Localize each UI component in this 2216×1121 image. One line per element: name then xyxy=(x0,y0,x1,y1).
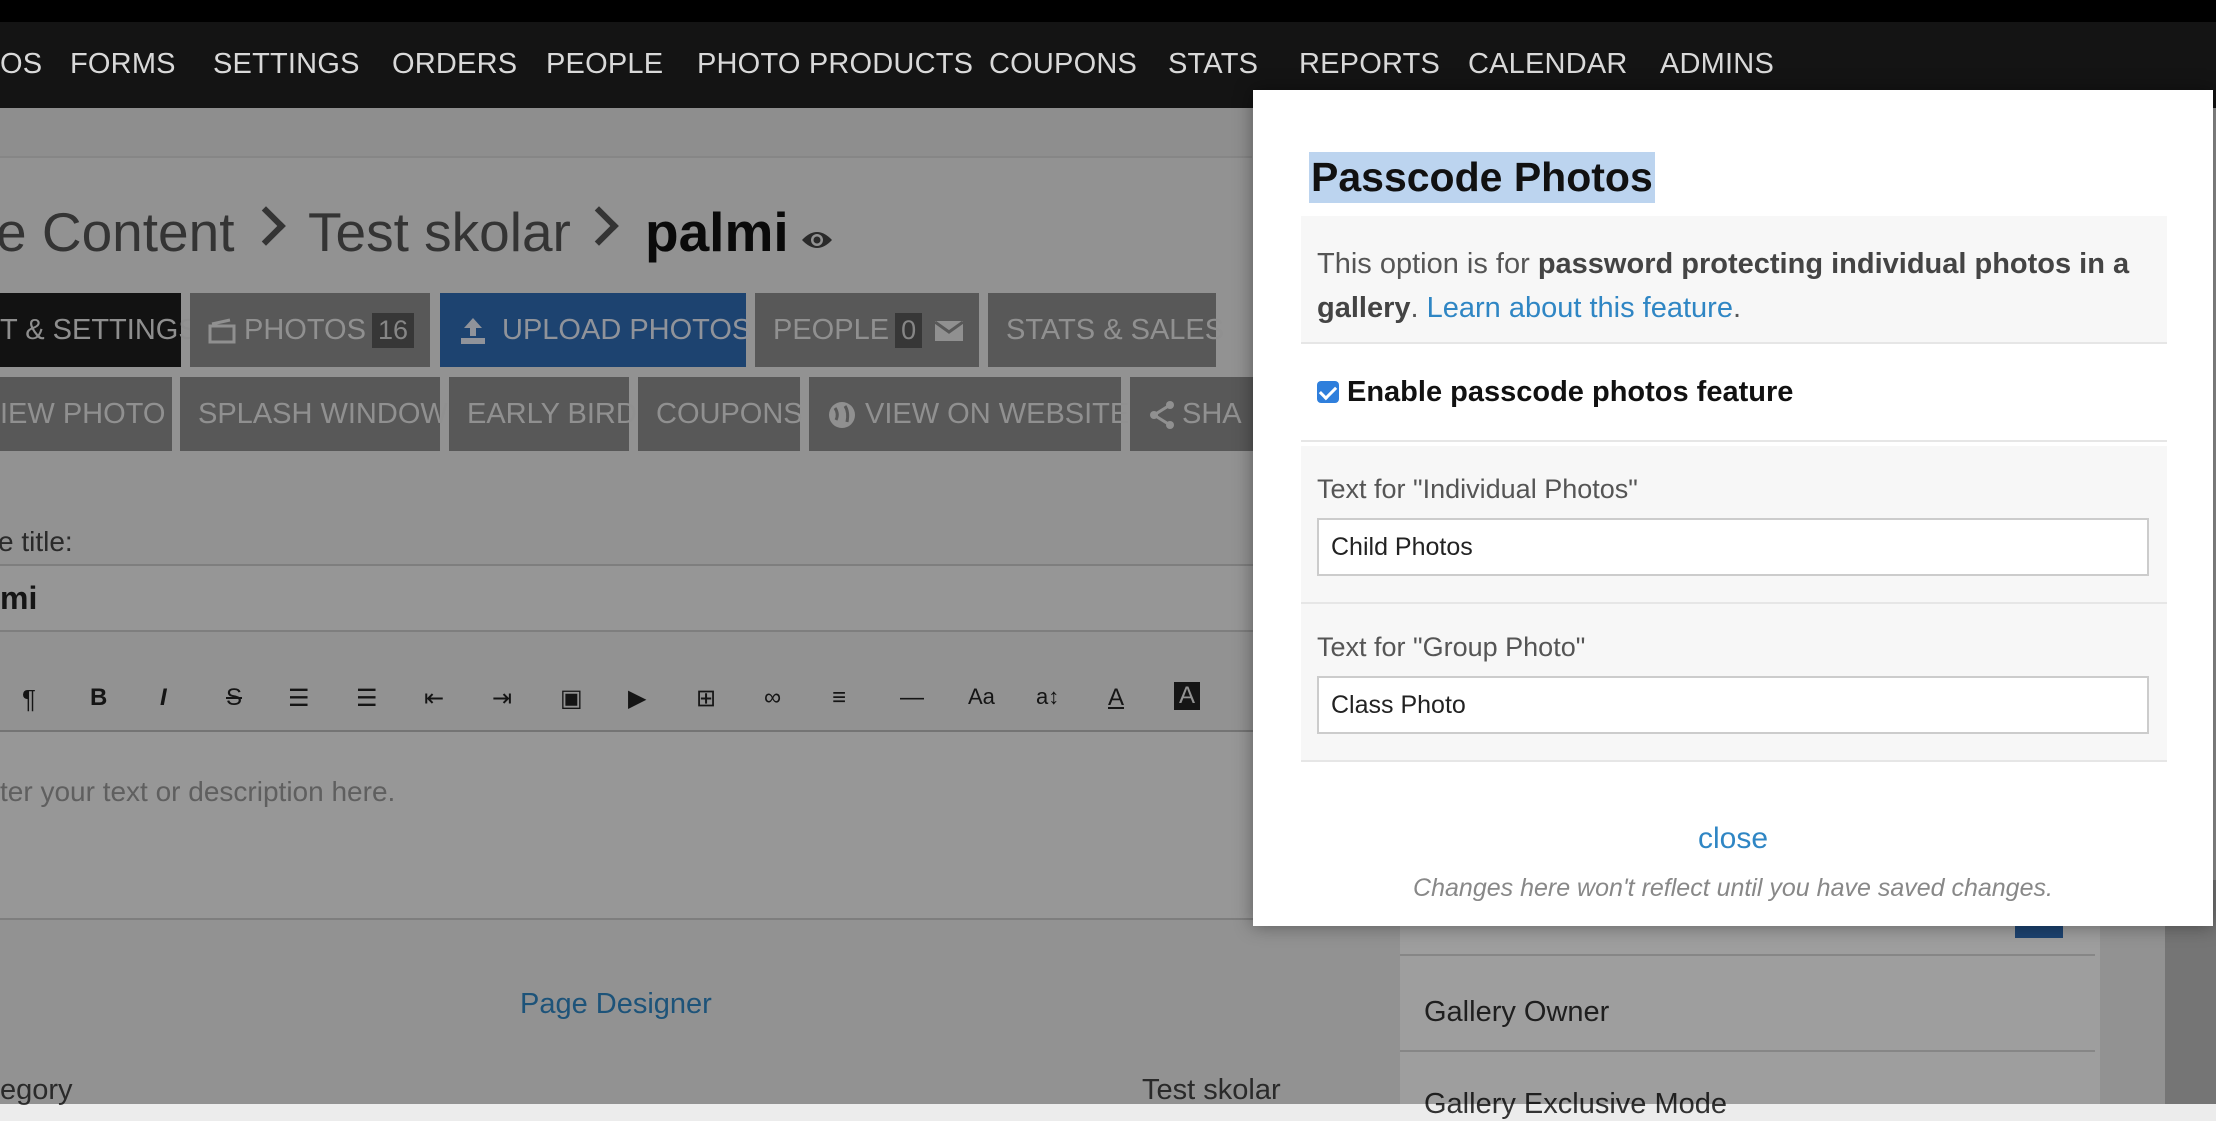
passcode-photos-modal: Passcode Photos This option is for passw… xyxy=(1253,90,2213,926)
modal-title: Passcode Photos xyxy=(1309,152,1655,203)
nav-item-orders[interactable]: ORDERS xyxy=(392,48,517,81)
group-photo-field: Text for "Group Photo" xyxy=(1301,604,2167,762)
unsaved-note: Changes here won't reflect until you hav… xyxy=(1413,874,2053,902)
nav-item-settings[interactable]: SETTINGS xyxy=(213,48,360,81)
intro-end: . xyxy=(1732,292,1742,324)
individual-photos-label: Text for "Individual Photos" xyxy=(1317,474,1638,504)
close-link[interactable]: close xyxy=(1253,822,2213,856)
top-strip xyxy=(0,0,2216,22)
intro-prefix: This option is for xyxy=(1317,248,1538,280)
intro-text: This option is for password protecting i… xyxy=(1301,216,2167,344)
group-photo-input[interactable] xyxy=(1317,676,2149,734)
nav-item-os[interactable]: OS xyxy=(0,48,42,81)
enable-passcode-row[interactable]: Enable passcode photos feature xyxy=(1301,344,2167,442)
individual-photos-input[interactable] xyxy=(1317,518,2149,576)
nav-item-forms[interactable]: FORMS xyxy=(70,48,176,81)
nav-item-calendar[interactable]: CALENDAR xyxy=(1468,48,1628,81)
nav-item-photo-products[interactable]: PHOTO PRODUCTS xyxy=(697,48,973,81)
nav-item-people[interactable]: PEOPLE xyxy=(546,48,663,81)
enable-passcode-label[interactable]: Enable passcode photos feature xyxy=(1347,376,1793,409)
nav-item-reports[interactable]: REPORTS xyxy=(1299,48,1440,81)
nav-item-stats[interactable]: STATS xyxy=(1168,48,1258,81)
enable-passcode-checkbox[interactable] xyxy=(1317,381,1339,403)
individual-photos-field: Text for "Individual Photos" xyxy=(1301,446,2167,604)
nav-item-coupons[interactable]: COUPONS xyxy=(989,48,1137,81)
learn-more-link[interactable]: Learn about this feature xyxy=(1427,292,1733,324)
intro-mid: . xyxy=(1410,292,1427,324)
group-photo-label: Text for "Group Photo" xyxy=(1317,632,1586,662)
nav-item-admins[interactable]: ADMINS xyxy=(1660,48,1774,81)
